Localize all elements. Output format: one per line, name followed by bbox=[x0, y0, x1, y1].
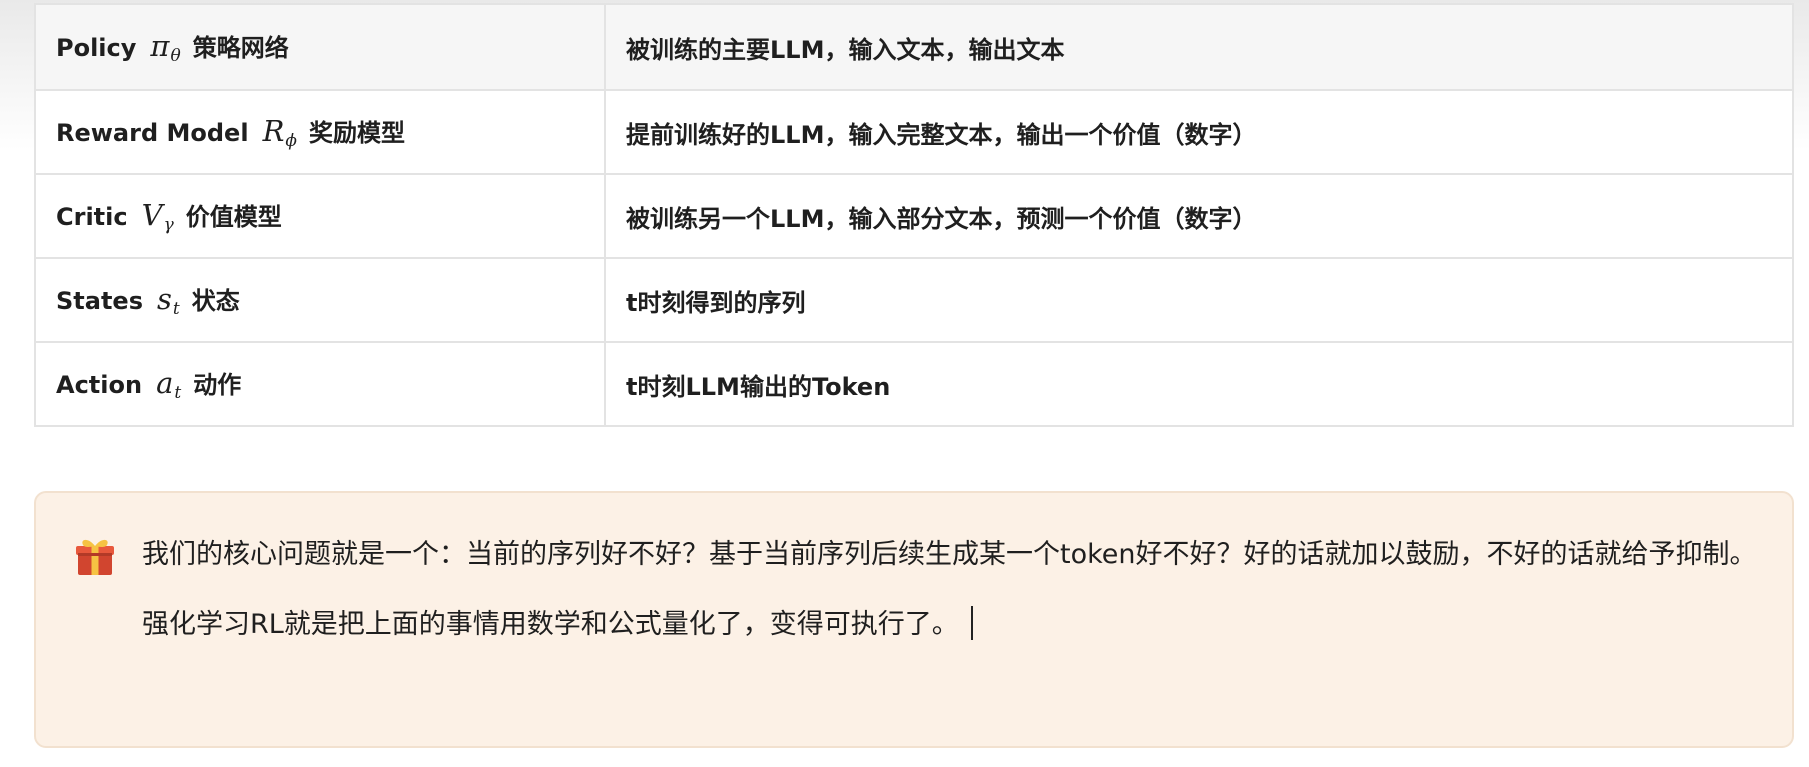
table-row-policy: Policy πθ 策略网络 被训练的主要LLM，输入文本，输出文本 bbox=[34, 3, 1794, 91]
term-cell-critic: Critic Vγ 价值模型 bbox=[34, 173, 606, 259]
math-subscript: t bbox=[172, 299, 180, 320]
callout-paragraph-2: 强化学习RL就是把上面的事情用数学和公式量化了，变得可执行了。 bbox=[142, 594, 1762, 656]
term-chinese: 动作 bbox=[193, 370, 242, 399]
term-cell-reward-model: Reward Model Rϕ 奖励模型 bbox=[34, 89, 606, 175]
table-row-action: Action at 动作 t时刻LLM输出的Token bbox=[34, 341, 1794, 427]
table-row-critic: Critic Vγ 价值模型 被训练另一个LLM，输入部分文本，预测一个价值（数字） bbox=[34, 173, 1794, 259]
term-chinese: 策略网络 bbox=[192, 33, 289, 62]
math-symbol: πθ bbox=[150, 28, 181, 67]
math-symbol: Vγ bbox=[141, 197, 174, 236]
math-base: R bbox=[262, 113, 285, 148]
math-base: a bbox=[156, 365, 174, 400]
math-base: V bbox=[141, 197, 163, 232]
description-cell-policy: 被训练的主要LLM，输入文本，输出文本 bbox=[604, 3, 1794, 91]
text-cursor bbox=[970, 606, 973, 640]
term-chinese: 状态 bbox=[191, 286, 240, 315]
gift-icon bbox=[74, 535, 116, 577]
math-subscript: γ bbox=[163, 215, 174, 236]
math-subscript: θ bbox=[170, 46, 181, 67]
description-cell-states: t时刻得到的序列 bbox=[604, 257, 1794, 343]
callout-paragraph-1: 我们的核心问题就是一个：当前的序列好不好？基于当前序列后续生成某一个token好… bbox=[142, 539, 1757, 570]
term-name: Action bbox=[56, 370, 143, 399]
description-cell-action: t时刻LLM输出的Token bbox=[604, 341, 1794, 427]
table-row-reward-model: Reward Model Rϕ 奖励模型 提前训练好的LLM，输入完整文本，输出一个… bbox=[34, 89, 1794, 175]
math-symbol: st bbox=[157, 281, 180, 320]
table-row-states: States st 状态 t时刻得到的序列 bbox=[34, 257, 1794, 343]
term-name: Critic bbox=[56, 202, 128, 231]
term-cell-policy: Policy πθ 策略网络 bbox=[34, 3, 606, 91]
description-cell-critic: 被训练另一个LLM，输入部分文本，预测一个价值（数字） bbox=[604, 173, 1794, 259]
rl-concepts-table: Policy πθ 策略网络 被训练的主要LLM，输入文本，输出文本 Reward … bbox=[34, 3, 1794, 427]
term-cell-action: Action at 动作 bbox=[34, 341, 606, 427]
term-chinese: 价值模型 bbox=[185, 202, 282, 231]
math-base: π bbox=[150, 28, 170, 63]
term-name: Policy bbox=[56, 33, 137, 62]
description-cell-reward-model: 提前训练好的LLM，输入完整文本，输出一个价值（数字） bbox=[604, 89, 1794, 175]
term-name: States bbox=[56, 286, 143, 315]
callout-text[interactable]: 我们的核心问题就是一个：当前的序列好不好？基于当前序列后续生成某一个token好… bbox=[142, 524, 1762, 656]
callout-box: 我们的核心问题就是一个：当前的序列好不好？基于当前序列后续生成某一个token好… bbox=[34, 491, 1794, 748]
math-subscript: ϕ bbox=[285, 131, 297, 152]
math-base: s bbox=[157, 281, 172, 316]
term-chinese: 奖励模型 bbox=[309, 118, 405, 147]
term-name: Reward Model bbox=[56, 118, 249, 147]
callout-paragraph-2-text: 强化学习RL就是把上面的事情用数学和公式量化了，变得可执行了。 bbox=[142, 609, 959, 640]
math-subscript: t bbox=[174, 383, 182, 404]
term-cell-states: States st 状态 bbox=[34, 257, 606, 343]
math-symbol: Rϕ bbox=[262, 113, 297, 152]
math-symbol: at bbox=[156, 365, 182, 404]
